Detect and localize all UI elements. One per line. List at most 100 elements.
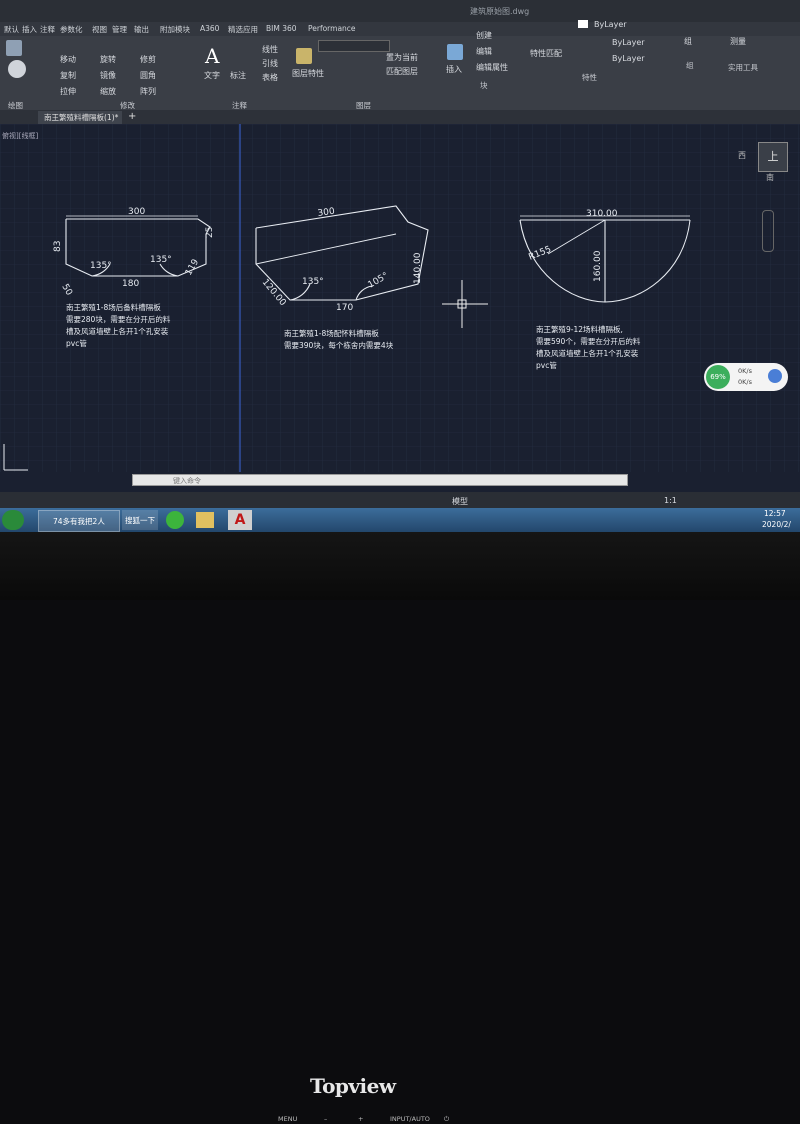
title-bar: 建筑原始图.dwg [0, 0, 800, 22]
drawing-canvas[interactable]: 俯视][线框] 300 83 25 180 50 119 135° 135° 南… [0, 124, 800, 472]
linetype-bylayer[interactable]: ByLayer [612, 38, 645, 47]
model-space-label[interactable]: 模型 [452, 496, 468, 507]
panel-label-group: 组 [686, 61, 694, 70]
tab-featured[interactable]: 精选应用 [228, 24, 258, 35]
viewport-label[interactable]: 俯视][线框] [2, 131, 38, 140]
monitor-bezel: Topview MENU – + INPUT/AUTO ⏻ [0, 532, 800, 1123]
create-block-tool[interactable]: 创建 [476, 30, 492, 41]
plus-button[interactable]: + [358, 1115, 363, 1123]
status-bar: 模型 1:1 [0, 492, 800, 508]
taskbar-item-browser[interactable]: 74多有我把2人 [38, 510, 120, 532]
layer-properties-tool[interactable]: 图层特性 [292, 68, 324, 79]
shape2-angle-left: 135° [302, 277, 324, 287]
match-properties-tool[interactable]: 特性匹配 [530, 48, 562, 59]
panel-label-utilities: 实用工具 [728, 63, 758, 72]
measure-tool[interactable]: 测量 [730, 36, 746, 47]
command-line[interactable]: 键入命令 [132, 474, 628, 486]
edit-block-tool[interactable]: 编辑 [476, 46, 492, 57]
rotate-tool[interactable]: 旋转 [100, 54, 116, 65]
leader-tool[interactable]: 引线 [262, 58, 278, 69]
tab-performance[interactable]: Performance [308, 24, 356, 33]
tab-addins[interactable]: 附加模块 [160, 24, 190, 35]
start-button-icon[interactable] [2, 510, 24, 530]
text-tool[interactable]: 文字 [204, 70, 220, 81]
tab-a360[interactable]: A360 [200, 24, 219, 33]
file-tab[interactable]: 南王繁殖料槽隔板(1)* [38, 111, 122, 124]
set-current-tool[interactable]: 置为当前 [386, 52, 418, 63]
shape2-dim-bottom: 170 [336, 303, 353, 313]
window-title: 建筑原始图.dwg [470, 7, 530, 16]
tab-manage[interactable]: 管理 [112, 24, 127, 35]
shape1-note-line2: 需要280块，需要在分开后的料 [66, 314, 171, 324]
fillet-tool[interactable]: 圆角 [140, 70, 156, 81]
menu-button[interactable]: MENU [278, 1115, 297, 1123]
linear-tool[interactable]: 线性 [262, 44, 278, 55]
ribbon-tabs: 默认 插入 注释 参数化 视图 管理 输出 附加模块 A360 精选应用 BIM… [0, 22, 800, 36]
shape1-dim-top: 300 [128, 207, 145, 217]
array-tool[interactable]: 阵列 [140, 86, 156, 97]
tab-view[interactable]: 视图 [92, 24, 107, 35]
power-button[interactable]: ⏻ [444, 1115, 449, 1124]
color-swatch[interactable] [578, 20, 588, 28]
stretch-tool[interactable]: 拉伸 [60, 86, 76, 97]
viewcube[interactable]: 上 西 南 [738, 138, 792, 182]
edit-attributes-tool[interactable]: 编辑属性 [476, 62, 508, 73]
clock-time: 12:57 [764, 509, 786, 518]
tab-output[interactable]: 输出 [134, 24, 149, 35]
mirror-tool[interactable]: 镜像 [100, 70, 116, 81]
scale-tool[interactable]: 缩放 [100, 86, 116, 97]
tab-bim360[interactable]: BIM 360 [266, 24, 297, 33]
new-tab-icon[interactable]: + [128, 111, 136, 122]
tab-annotate[interactable]: 注释 [40, 24, 55, 35]
lineweight-bylayer[interactable]: ByLayer [612, 54, 645, 63]
clock-date: 2020/2/ [762, 520, 791, 529]
move-tool[interactable]: 移动 [60, 54, 76, 65]
nav-bar[interactable] [762, 210, 774, 252]
viewcube-west[interactable]: 西 [738, 150, 746, 161]
layer-dropdown[interactable] [318, 40, 390, 52]
panel-label-properties: 特性 [582, 73, 597, 82]
network-speed-widget[interactable]: 69% 0K/s 0K/s [704, 363, 788, 391]
insert-tool[interactable]: 插入 [446, 64, 462, 75]
circle-icon[interactable] [8, 60, 26, 78]
line-icon[interactable] [6, 40, 22, 56]
upload-speed: 0K/s [738, 367, 752, 375]
copy-tool[interactable]: 复制 [60, 70, 76, 81]
table-tool[interactable]: 表格 [262, 72, 278, 83]
brand-logo: Topview [310, 1074, 396, 1098]
refresh-icon[interactable] [768, 369, 782, 383]
color-bylayer[interactable]: ByLayer [594, 20, 627, 29]
shape3-note-line1: 南王繁殖9-12场料槽隔板, [536, 324, 623, 334]
tab-insert[interactable]: 插入 [22, 24, 37, 35]
tab-default[interactable]: 默认 [4, 24, 19, 35]
insert-block-icon[interactable] [447, 44, 463, 60]
taskbar-item-search[interactable]: 搜狐一下 [122, 510, 158, 530]
speed-percent-badge: 69% [706, 365, 730, 389]
shape3-note-line2: 需要590个，需要在分开后的料 [536, 336, 641, 346]
minus-button[interactable]: – [324, 1115, 327, 1123]
match-layer-tool[interactable]: 匹配图层 [386, 66, 418, 77]
download-speed: 0K/s [738, 378, 752, 386]
viewcube-face-top[interactable]: 上 [758, 142, 788, 172]
monitor-screen: 建筑原始图.dwg 默认 插入 注释 参数化 视图 管理 输出 附加模块 A36… [0, 0, 800, 532]
autocad-taskbar-icon[interactable]: A [228, 510, 252, 530]
shape1-note-line1: 南王繁殖1-8场后备料槽隔板 [66, 302, 161, 312]
dimension-tool[interactable]: 标注 [230, 70, 246, 81]
text-icon[interactable]: A [205, 44, 219, 68]
windows-taskbar: 74多有我把2人 搜狐一下 A 12:57 2020/2/ [0, 508, 800, 532]
input-auto-button[interactable]: INPUT/AUTO [390, 1115, 430, 1123]
shape2-note-line2: 需要390块，每个栋舍内需要4块 [284, 340, 394, 350]
tab-parametric[interactable]: 参数化 [60, 24, 83, 35]
shape3-note-line3: 槽及风道墙壁上各开1个孔安装 [536, 348, 639, 358]
viewcube-south[interactable]: 南 [766, 172, 774, 183]
shape2-dim-right: 140.00 [413, 252, 423, 284]
shape3-dim-height: 160.00 [593, 250, 603, 282]
folder-icon[interactable] [196, 512, 214, 528]
wechat-icon[interactable] [166, 511, 184, 529]
shape1-note-line3: 槽及风道墙壁上各开1个孔安装 [66, 326, 169, 336]
trim-tool[interactable]: 修剪 [140, 54, 156, 65]
shape3-note-line4: pvc管 [536, 360, 557, 370]
annotation-scale[interactable]: 1:1 [664, 496, 677, 505]
group-tool[interactable]: 组 [684, 36, 692, 47]
layer-properties-icon[interactable] [296, 48, 312, 64]
